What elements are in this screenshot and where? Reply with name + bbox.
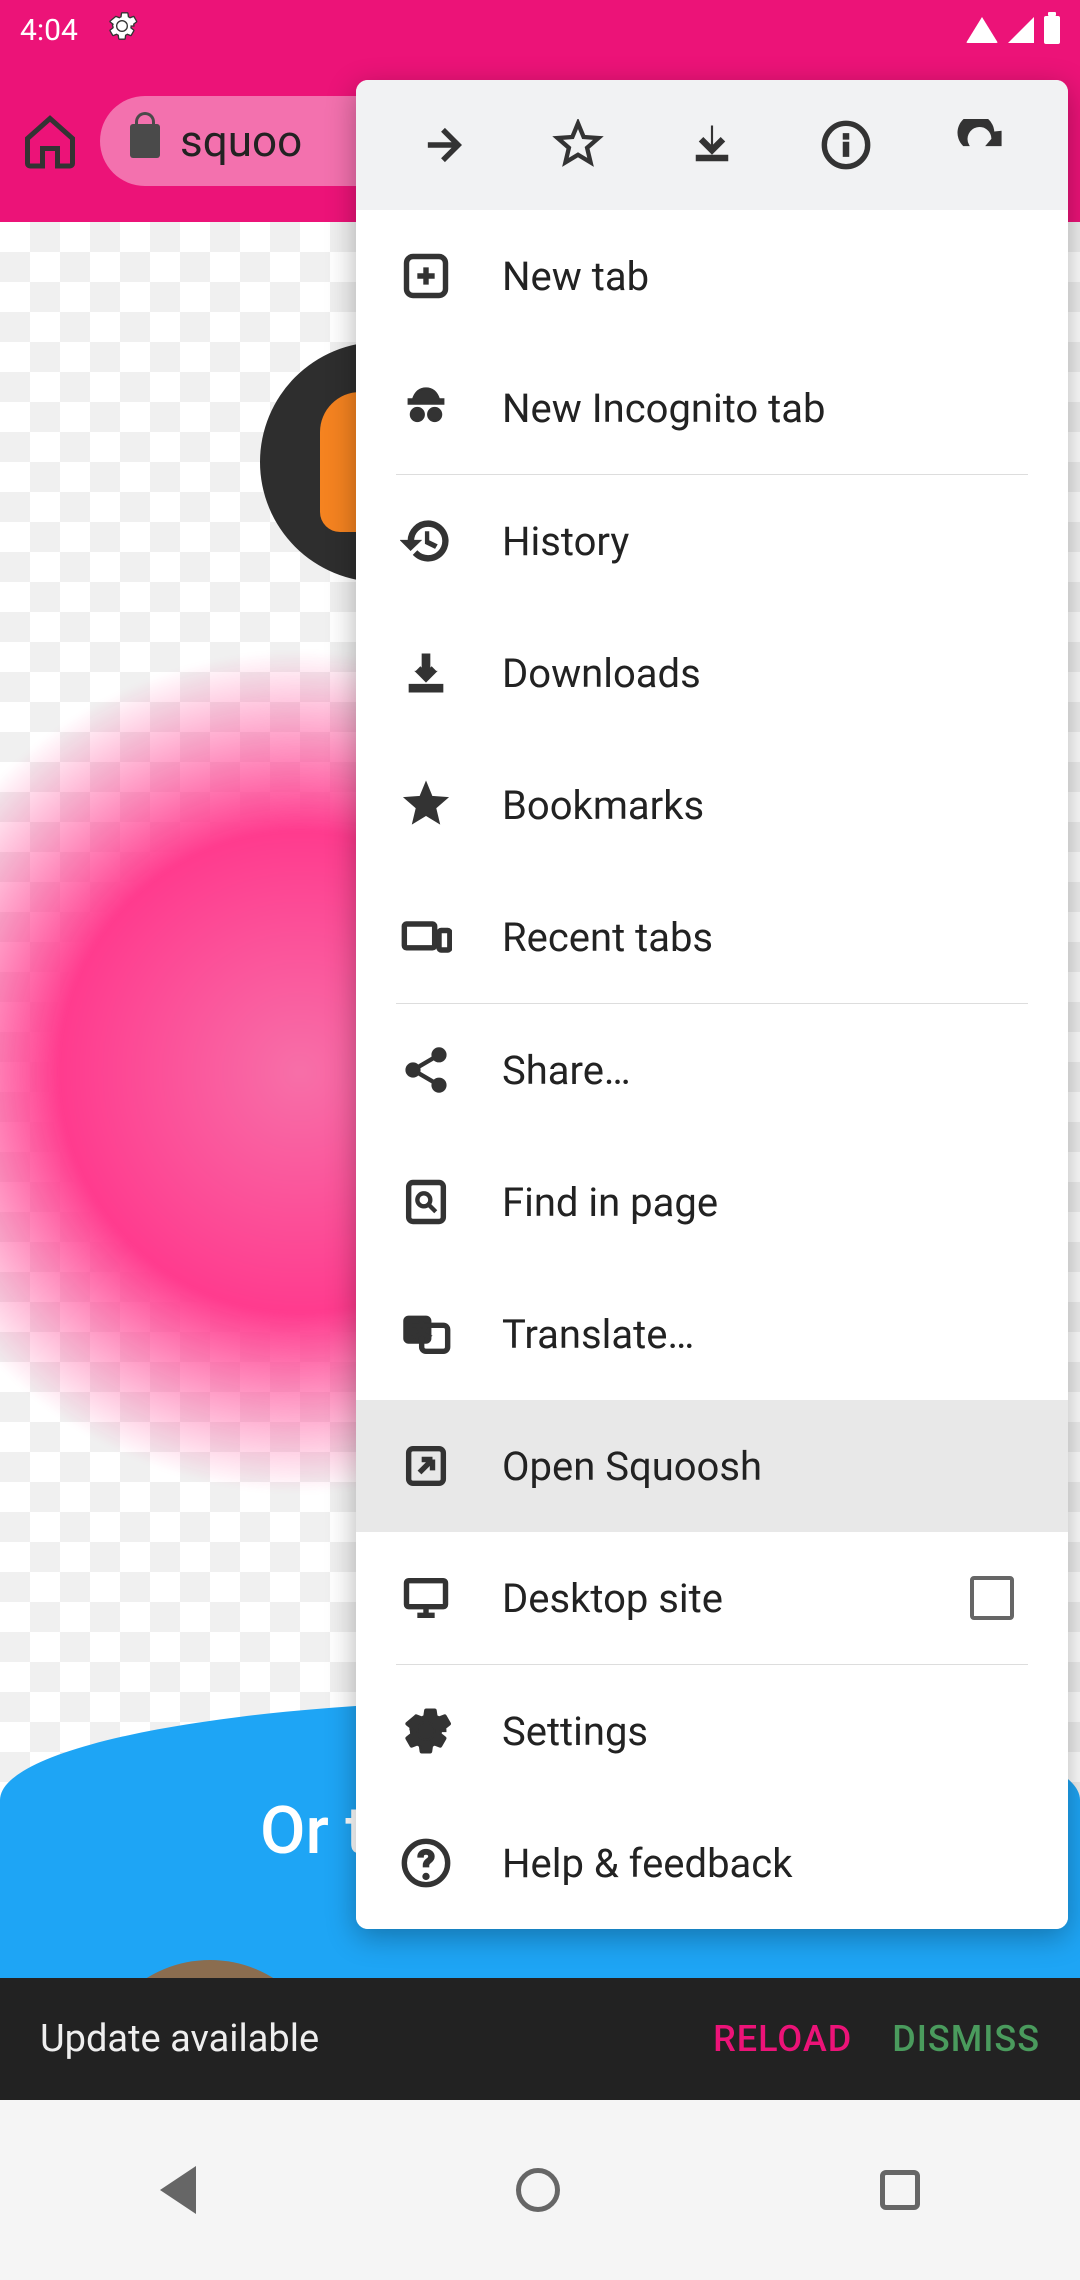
- menu-item-share[interactable]: Share…: [356, 1004, 1068, 1136]
- downloads-icon: [400, 647, 452, 699]
- recent-tabs-label: Recent tabs: [502, 914, 1024, 961]
- snackbar: Update available RELOAD DISMISS: [0, 1978, 1080, 2100]
- incognito-label: New Incognito tab: [502, 385, 1024, 432]
- open-app-label: Open Squoosh: [502, 1443, 1024, 1490]
- translate-label: Translate…: [502, 1311, 1024, 1358]
- bookmarks-icon: [400, 779, 452, 831]
- history-icon: [400, 515, 452, 567]
- menu-item-recent-tabs[interactable]: Recent tabs: [356, 871, 1068, 1003]
- find-icon: [400, 1176, 452, 1228]
- gear-icon: [106, 10, 138, 50]
- open-app-icon: [400, 1440, 452, 1492]
- menu-item-downloads[interactable]: Downloads: [356, 607, 1068, 739]
- system-nav-bar: [0, 2100, 1080, 2280]
- help-icon: [400, 1837, 452, 1889]
- menu-item-find[interactable]: Find in page: [356, 1136, 1068, 1268]
- status-time: 4:04: [20, 13, 78, 48]
- menu-item-incognito[interactable]: New Incognito tab: [356, 342, 1068, 474]
- share-icon: [400, 1044, 452, 1096]
- menu-item-help[interactable]: Help & feedback: [356, 1797, 1068, 1929]
- menu-list: New tab New Incognito tab History Downlo…: [356, 210, 1068, 1929]
- menu-item-new-tab[interactable]: New tab: [356, 210, 1068, 342]
- home-button[interactable]: [20, 111, 80, 171]
- reload-action[interactable]: RELOAD: [713, 2018, 852, 2060]
- wifi-icon: [966, 17, 998, 43]
- nav-recent-button[interactable]: [880, 2170, 920, 2210]
- downloads-label: Downloads: [502, 650, 1024, 697]
- status-bar: 4:04: [0, 0, 1080, 60]
- reload-button[interactable]: [941, 105, 1021, 185]
- bookmarks-label: Bookmarks: [502, 782, 1024, 829]
- browser-menu: New tab New Incognito tab History Downlo…: [356, 80, 1068, 1929]
- or-text: Or t: [260, 1793, 367, 1870]
- svg-text:文: 文: [413, 1320, 431, 1341]
- bookmark-star-button[interactable]: [538, 105, 618, 185]
- status-right: [966, 16, 1060, 44]
- nav-home-button[interactable]: [516, 2168, 560, 2212]
- lock-icon: [130, 124, 160, 158]
- menu-top-actions: [356, 80, 1068, 210]
- desktop-label: Desktop site: [502, 1575, 920, 1622]
- menu-item-translate[interactable]: 文 Translate…: [356, 1268, 1068, 1400]
- menu-item-desktop-site[interactable]: Desktop site: [356, 1532, 1068, 1664]
- desktop-site-checkbox[interactable]: [970, 1576, 1014, 1620]
- menu-item-settings[interactable]: Settings: [356, 1665, 1068, 1797]
- url-text: squoo: [180, 115, 302, 167]
- nav-back-button[interactable]: [160, 2166, 196, 2214]
- signal-icon: [1008, 17, 1034, 43]
- info-button[interactable]: [806, 105, 886, 185]
- new-tab-icon: [400, 250, 452, 302]
- share-label: Share…: [502, 1047, 1024, 1094]
- settings-icon: [400, 1705, 452, 1757]
- history-label: History: [502, 518, 1024, 565]
- new-tab-label: New tab: [502, 253, 1024, 300]
- snackbar-message: Update available: [40, 2017, 673, 2061]
- incognito-icon: [400, 382, 452, 434]
- menu-item-bookmarks[interactable]: Bookmarks: [356, 739, 1068, 871]
- status-left: 4:04: [20, 10, 138, 50]
- help-label: Help & feedback: [502, 1840, 1024, 1887]
- recent-tabs-icon: [400, 911, 452, 963]
- menu-item-open-app[interactable]: Open Squoosh: [356, 1400, 1068, 1532]
- dismiss-action[interactable]: DISMISS: [892, 2018, 1040, 2060]
- battery-icon: [1044, 16, 1060, 44]
- translate-icon: 文: [400, 1308, 452, 1360]
- menu-item-history[interactable]: History: [356, 475, 1068, 607]
- forward-button[interactable]: [403, 105, 483, 185]
- find-label: Find in page: [502, 1179, 1024, 1226]
- download-button[interactable]: [672, 105, 752, 185]
- desktop-icon: [400, 1572, 452, 1624]
- settings-label: Settings: [502, 1708, 1024, 1755]
